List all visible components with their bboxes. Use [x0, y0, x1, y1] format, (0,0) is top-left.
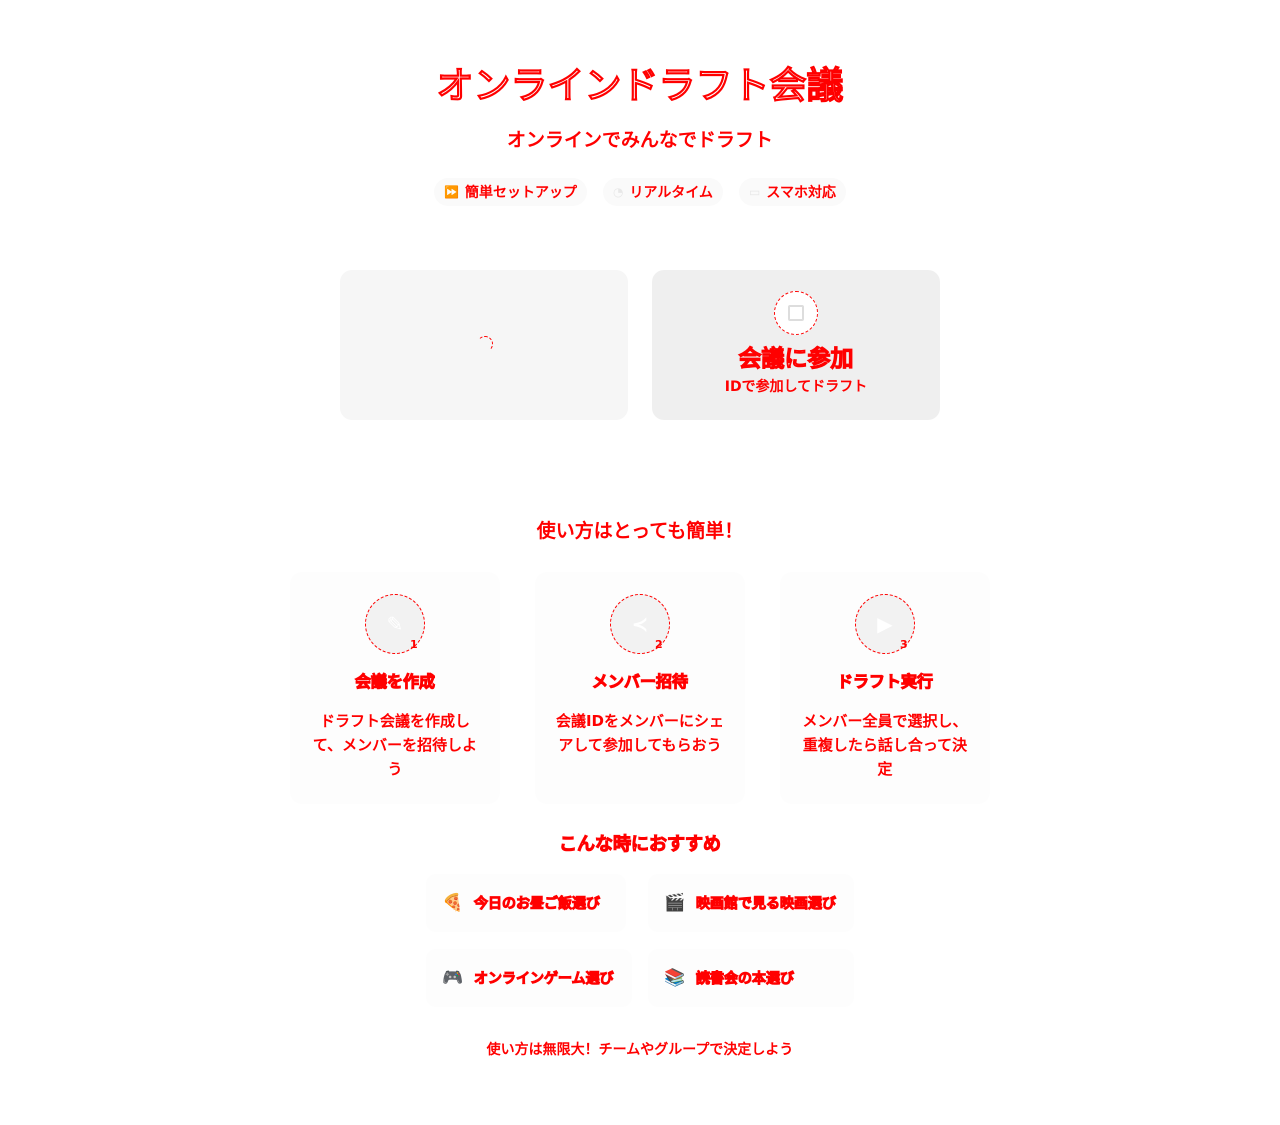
- books-icon: 📚: [664, 968, 686, 988]
- page-title: オンラインドラフト会議: [436, 64, 844, 108]
- feature-chip-label: 簡単セットアップ: [464, 185, 577, 201]
- step-description: メンバー全員で選択し、重複したら話し合って決定: [802, 712, 968, 778]
- step-title: メンバー招待: [591, 672, 688, 692]
- step-card-invite: ≺ 2 メンバー招待 会議IDをメンバーにシェアして参加してもらおう: [535, 572, 745, 804]
- use-case-game: 🎮 オンラインゲーム選び: [426, 949, 632, 1007]
- step-description: ドラフト会議を作成して、メンバーを招待しよう: [312, 712, 478, 778]
- use-case-label: 今日のお昼ご飯選び: [474, 896, 601, 913]
- feature-chips: ⏩ 簡単セットアップ ◔ リアルタイム ▭ スマホ対応: [0, 178, 1280, 206]
- feature-chip-label: スマホ対応: [766, 185, 836, 201]
- feature-chip-label: リアルタイム: [629, 185, 714, 201]
- use-case-label: オンラインゲーム選び: [474, 971, 615, 988]
- device-icon: ▭: [749, 185, 761, 199]
- step-number: 3: [900, 638, 908, 651]
- use-case-book: 📚 読書会の本選び: [648, 949, 854, 1007]
- steps-heading: 使い方はとっても簡単！: [536, 520, 744, 542]
- step-card-draft: ▶ 3 ドラフト実行 メンバー全員で選択し、重複したら話し合って決定: [780, 572, 990, 804]
- feature-chip-setup: ⏩ 簡単セットアップ: [434, 178, 587, 206]
- use-case-label: 読書会の本選び: [696, 971, 795, 988]
- use-case-lunch: 🍕 今日のお昼ご飯選び: [426, 874, 626, 932]
- feature-chip-realtime: ◔ リアルタイム: [602, 178, 724, 206]
- step-card-create: ✎ 1 会議を作成 ドラフト会議を作成して、メンバーを招待しよう: [290, 572, 500, 804]
- step-title: 会議を作成: [354, 672, 435, 692]
- feature-chip-mobile: ▭ スマホ対応: [739, 178, 846, 206]
- step-number: 2: [655, 638, 663, 651]
- loading-spinner-icon: [477, 336, 493, 352]
- gamepad-icon: 🎮: [442, 968, 464, 988]
- login-icon: [774, 291, 818, 335]
- uses-heading: こんな時におすすめ: [559, 834, 722, 856]
- step-number: 1: [410, 638, 418, 651]
- fast-forward-icon: ⏩: [444, 185, 459, 199]
- footer-text: 使い方は無限大！チームやグループで決定しよう: [486, 1042, 794, 1058]
- join-card-title: 会議に参加: [738, 346, 854, 373]
- step-title: ドラフト実行: [836, 672, 933, 692]
- speedometer-icon: ◔: [612, 185, 624, 199]
- pizza-icon: 🍕: [442, 893, 464, 913]
- step-description: 会議IDをメンバーにシェアして参加してもらおう: [555, 712, 725, 754]
- join-card-subtitle: IDで参加してドラフト: [724, 379, 868, 395]
- clapperboard-icon: 🎬: [664, 893, 686, 913]
- use-case-movie: 🎬 映画館で見る映画選び: [648, 874, 854, 932]
- page-subtitle: オンラインでみんなでドラフト: [506, 129, 773, 151]
- use-case-label: 映画館で見る映画選び: [696, 896, 837, 913]
